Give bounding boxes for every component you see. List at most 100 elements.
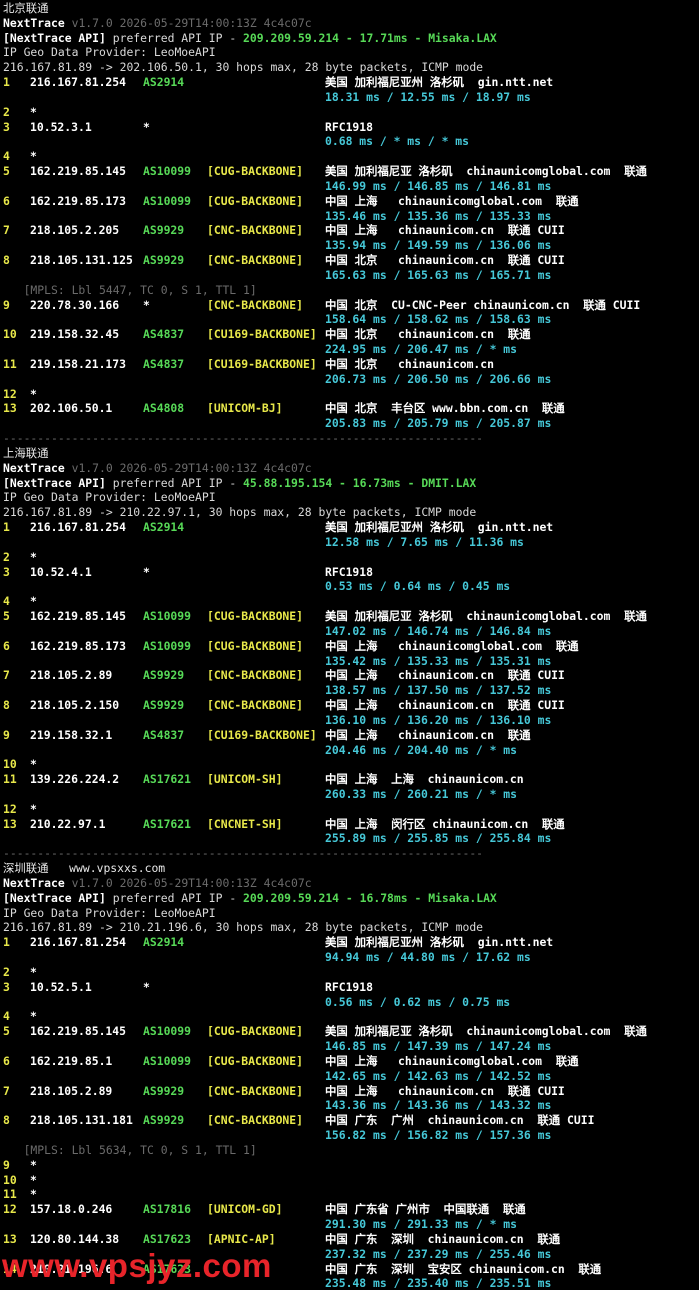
hop-ip: 10.52.5.1 — [30, 980, 92, 994]
hop-number: 12 — [3, 1202, 17, 1216]
hop-tag: [CNC-BACKBONE] — [207, 1113, 304, 1127]
api-ip: 209.209.59.214 — [243, 31, 340, 45]
hop-asn: AS9929 — [143, 223, 185, 237]
hop-tag: [CUG-BACKBONE] — [207, 639, 304, 653]
hop-tag: [CNC-BACKBONE] — [207, 253, 304, 267]
hop-rtt: 165.63 ms / 165.63 ms / 165.71 ms — [325, 268, 552, 282]
hop-asn: AS2914 — [143, 520, 185, 534]
hop-number: 10 — [3, 327, 17, 341]
hop-asn: AS2914 — [143, 75, 185, 89]
app-name: NextTrace — [3, 16, 65, 30]
hop-tag: [UNICOM-GD] — [207, 1202, 283, 1216]
hop-number: 7 — [3, 668, 10, 682]
hop-ip: 210.22.97.1 — [30, 817, 106, 831]
geo-provider-line: IP Geo Data Provider: LeoMoeAPI — [3, 45, 216, 59]
hop-asn: AS10099 — [143, 194, 192, 208]
hop-tag: [CU169-BACKBONE] — [207, 357, 317, 371]
hop-number: 8 — [3, 1113, 10, 1127]
hop-ip: 162.219.85.173 — [30, 194, 127, 208]
hop-asn: AS10099 — [143, 1054, 192, 1068]
hop-ip: 202.106.50.1 — [30, 401, 113, 415]
hop-rtt: 143.36 ms / 143.36 ms / 143.32 ms — [325, 1098, 552, 1112]
hop-number: 8 — [3, 253, 10, 267]
trace-command: 216.167.81.89 -> 210.22.97.1, 30 hops ma… — [3, 505, 477, 519]
geo-provider-line: IP Geo Data Provider: LeoMoeAPI — [3, 906, 216, 920]
hop-asn: AS4837 — [143, 327, 185, 341]
trace-command: 216.167.81.89 -> 210.21.196.6, 30 hops m… — [3, 920, 484, 934]
hop-tag: [CU169-BACKBONE] — [207, 327, 317, 341]
hop-rtt: 135.46 ms / 135.36 ms / 135.33 ms — [325, 209, 552, 223]
hop-geo: 中国 上海 chinaunicom.cn 联通 — [325, 728, 531, 742]
hop-asn: * — [143, 980, 150, 994]
hop-ip: * — [30, 1187, 37, 1201]
hop-ip: 162.219.85.145 — [30, 1024, 127, 1038]
hop-number: 4 — [3, 1009, 10, 1023]
hop-rtt: 235.48 ms / 235.40 ms / 235.51 ms — [325, 1276, 552, 1290]
hop-tag: [CUG-BACKBONE] — [207, 164, 304, 178]
hop-number: 8 — [3, 698, 10, 712]
hop-ip: 162.219.85.173 — [30, 639, 127, 653]
hop-ip: 139.226.224.2 — [30, 772, 120, 786]
api-latency: - 17.71ms - — [339, 31, 429, 45]
hop-ip: 218.105.2.150 — [30, 698, 120, 712]
hop-tag: [CNCNET-SH] — [207, 817, 283, 831]
api-prefix: [NextTrace API] — [3, 891, 106, 905]
section-title-text: 上海联通 — [3, 446, 49, 460]
hop-asn: AS2914 — [143, 935, 185, 949]
hop-ip: * — [30, 149, 37, 163]
hop-rtt: 205.83 ms / 205.79 ms / 205.87 ms — [325, 416, 552, 430]
hop-geo: 中国 上海 chinaunicomglobal.com 联通 — [325, 639, 579, 653]
app-version: v1.7.0 2026-05-29T14:00:13Z 4c4c07c — [64, 876, 312, 890]
hop-rtt: 146.85 ms / 147.39 ms / 147.24 ms — [325, 1039, 552, 1053]
hop-asn: AS10099 — [143, 1024, 192, 1038]
hop-asn: AS9929 — [143, 253, 185, 267]
hop-geo: 中国 上海 上海 chinaunicom.cn — [325, 772, 524, 786]
separator-dashes: ----------------------------------------… — [3, 846, 484, 860]
hop-geo: 中国 上海 闵行区 chinaunicom.cn 联通 — [325, 817, 565, 831]
hop-tag: [CUG-BACKBONE] — [207, 609, 304, 623]
hop-number: 1 — [3, 75, 10, 89]
hop-rtt: 255.89 ms / 255.85 ms / 255.84 ms — [325, 831, 552, 845]
hop-rtt: 291.30 ms / 291.33 ms / * ms — [325, 1217, 518, 1231]
app-name: NextTrace — [3, 876, 65, 890]
hop-number: 11 — [3, 357, 17, 371]
hop-asn: AS17621 — [143, 772, 192, 786]
hop-tag: [UNICOM-BJ] — [207, 401, 283, 415]
hop-ip: * — [30, 550, 37, 564]
hop-geo: 美国 加利福尼亚 洛杉矶 chinaunicomglobal.com 联通 — [325, 1024, 647, 1038]
geo-provider: IP Geo Data Provider: LeoMoeAPI — [3, 906, 216, 920]
hop-geo: 中国 上海 chinaunicom.cn 联通 CUII — [325, 223, 565, 237]
section-title: 上海联通 — [3, 446, 49, 460]
hop-rtt: 138.57 ms / 137.50 ms / 137.52 ms — [325, 683, 552, 697]
hop-ip: 219.158.32.1 — [30, 728, 113, 742]
hop-number: 5 — [3, 609, 10, 623]
hop-ip: * — [30, 757, 37, 771]
hop-ip: 216.167.81.254 — [30, 75, 127, 89]
hop-asn: AS10099 — [143, 164, 192, 178]
hop-tag: [CUG-BACKBONE] — [207, 1054, 304, 1068]
hop-ip: 218.105.2.205 — [30, 223, 120, 237]
hop-tag: [CUG-BACKBONE] — [207, 1024, 304, 1038]
hop-ip: * — [30, 1158, 37, 1172]
hop-ip: 220.78.30.166 — [30, 298, 120, 312]
hop-ip: * — [30, 105, 37, 119]
hop-number: 5 — [3, 164, 10, 178]
hop-ip: * — [30, 965, 37, 979]
hop-ip: * — [30, 594, 37, 608]
api-mid: preferred API IP - — [105, 31, 244, 45]
hop-ip: 157.18.0.246 — [30, 1202, 113, 1216]
hop-geo: 中国 上海 chinaunicomglobal.com 联通 — [325, 194, 579, 208]
hop-number: 6 — [3, 194, 10, 208]
section-title: 北京联通 — [3, 1, 49, 15]
hop-asn: AS4808 — [143, 401, 185, 415]
hop-geo: 中国 上海 chinaunicom.cn 联通 CUII — [325, 1084, 565, 1098]
hop-ip: 218.105.2.89 — [30, 1084, 113, 1098]
separator: ----------------------------------------… — [3, 431, 483, 445]
hop-ip: 162.219.85.1 — [30, 1054, 113, 1068]
hop-number: 1 — [3, 935, 10, 949]
hop-number: 4 — [3, 594, 10, 608]
hop-geo: 中国 上海 chinaunicom.cn 联通 CUII — [325, 698, 565, 712]
version-line: NextTrace v1.7.0 2026-05-29T14:00:13Z 4c… — [3, 876, 312, 890]
hop-number: 12 — [3, 802, 17, 816]
hop-asn: AS9929 — [143, 668, 185, 682]
